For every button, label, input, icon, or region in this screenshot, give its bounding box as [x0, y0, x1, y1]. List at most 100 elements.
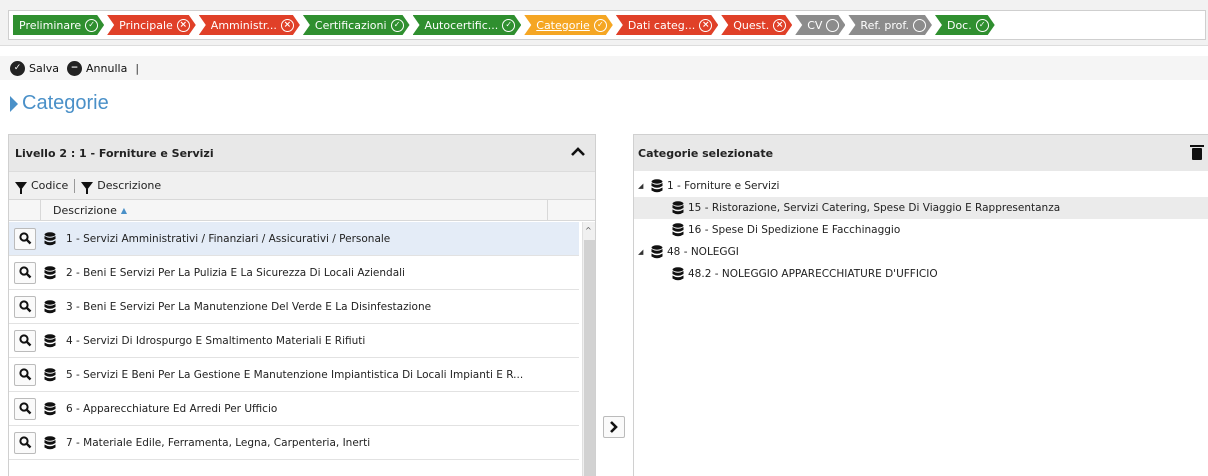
cancel-button[interactable]: − Annulla	[67, 60, 128, 76]
chevron-right-icon	[610, 421, 618, 433]
category-list: 1 - Servizi Amministrativi / Finanziari …	[9, 222, 579, 460]
list-item-label: 5 - Servizi E Beni Per La Gestione E Man…	[66, 368, 524, 381]
list-item-label: 4 - Servizi Di Idrospurgo E Smaltimento …	[66, 334, 366, 347]
categories-panel-header: Livello 2 : 1 - Forniture e Servizi	[9, 135, 595, 171]
wizard-step[interactable]: Categorie ✓	[524, 15, 613, 35]
grid-header: Descrizione ▲	[9, 199, 595, 221]
save-label: Salva	[29, 61, 60, 75]
database-icon	[672, 223, 684, 237]
save-button[interactable]: ✓ Salva	[10, 60, 60, 76]
database-icon	[672, 267, 684, 281]
tree-node[interactable]: 48.2 - NOLEGGIO APPARECCHIATURE D'UFFICI…	[634, 263, 1208, 285]
list-item[interactable]: 4 - Servizi Di Idrospurgo E Smaltimento …	[9, 324, 579, 358]
filter-bar: Codice Descrizione	[9, 171, 595, 199]
database-icon	[672, 201, 684, 215]
empty-circle-icon	[913, 19, 926, 32]
check-circle-icon: ✓	[391, 19, 404, 32]
tree-node[interactable]: ◢ 1 - Forniture e Servizi	[634, 175, 1208, 197]
wizard-step[interactable]: Amministr... ×	[199, 15, 300, 35]
tree-node[interactable]: 16 - Spese Di Spedizione E Facchinaggio	[634, 219, 1208, 241]
scroll-up-icon[interactable]: ^	[585, 226, 592, 235]
wizard-step[interactable]: Ref. prof.	[848, 15, 932, 35]
check-circle-icon: ✓	[594, 19, 607, 32]
vertical-scrollbar[interactable]: ^	[582, 222, 595, 476]
wizard-step[interactable]: Principale ×	[107, 15, 196, 35]
search-icon[interactable]	[14, 363, 36, 386]
toolbar-separator: |	[135, 61, 140, 75]
x-circle-icon: ×	[281, 19, 294, 32]
database-icon	[651, 179, 663, 193]
scrollbar-thumb[interactable]	[584, 240, 595, 476]
database-icon	[44, 435, 56, 450]
tree-node-label: 15 - Ristorazione, Servizi Catering, Spe…	[688, 202, 1061, 214]
database-icon	[651, 245, 663, 259]
page-title-text: Categorie	[22, 92, 109, 114]
cancel-label: Annulla	[86, 61, 128, 75]
column-header-label: Descrizione	[53, 203, 117, 217]
database-icon	[44, 265, 56, 280]
list-item-label: 1 - Servizi Amministrativi / Finanziari …	[66, 232, 391, 245]
check-circle-icon: ✓	[976, 19, 989, 32]
x-circle-icon: ×	[773, 19, 786, 32]
filter-descrizione-label: Descrizione	[97, 179, 162, 192]
list-item[interactable]: 6 - Apparecchiature Ed Arredi Per Uffici…	[9, 392, 579, 426]
tree-node-label: 48.2 - NOLEGGIO APPARECCHIATURE D'UFFICI…	[688, 268, 938, 280]
expand-toggle-icon[interactable]: ◢	[638, 182, 648, 190]
x-circle-icon: ×	[699, 19, 712, 32]
search-icon[interactable]	[14, 329, 36, 352]
chevron-up-icon[interactable]	[571, 145, 585, 161]
list-item[interactable]: 7 - Materiale Edile, Ferramenta, Legna, …	[9, 426, 579, 460]
list-item[interactable]: 1 - Servizi Amministrativi / Finanziari …	[9, 222, 579, 256]
expand-toggle-icon[interactable]: ◢	[638, 248, 648, 256]
wizard-step[interactable]: Quest. ×	[721, 15, 792, 35]
list-item[interactable]: 2 - Beni E Servizi Per La Pulizia E La S…	[9, 256, 579, 290]
tree-node[interactable]: ◢ 48 - NOLEGGI	[634, 241, 1208, 263]
search-icon[interactable]	[14, 295, 36, 318]
wizard-step[interactable]: Preliminare ✓	[13, 15, 104, 35]
wizard-step-label: Dati categ...	[627, 18, 696, 32]
wizard-step-label: Amministr...	[210, 18, 277, 32]
search-icon[interactable]	[14, 431, 36, 454]
database-icon	[44, 333, 56, 348]
check-circle-icon: ✓	[502, 19, 515, 32]
wizard-step[interactable]: Autocertific... ✓	[413, 15, 522, 35]
wizard-step[interactable]: Doc. ✓	[935, 15, 995, 35]
tree-node[interactable]: 15 - Ristorazione, Servizi Catering, Spe…	[634, 197, 1208, 219]
list-item[interactable]: 3 - Beni E Servizi Per La Manutenzione D…	[9, 290, 579, 324]
grid-header-blank	[9, 200, 41, 220]
database-icon	[44, 401, 56, 416]
wizard-step[interactable]: Dati categ... ×	[616, 15, 718, 35]
list-item-label: 2 - Beni E Servizi Per La Pulizia E La S…	[66, 266, 405, 279]
search-icon[interactable]	[14, 397, 36, 420]
database-icon	[44, 231, 56, 246]
caret-right-icon	[10, 95, 18, 112]
list-item[interactable]: 5 - Servizi E Beni Per La Gestione E Man…	[9, 358, 579, 392]
filter-icon	[15, 181, 27, 194]
filter-descrizione-button[interactable]: Descrizione	[81, 179, 162, 194]
filter-codice-button[interactable]: Codice	[15, 179, 68, 194]
tree-node-label: 1 - Forniture e Servizi	[667, 180, 780, 192]
search-icon[interactable]	[14, 261, 36, 284]
selected-categories-header: Categorie selezionate	[634, 135, 1208, 171]
wizard-step-label: Ref. prof.	[860, 18, 909, 32]
wizard-step-label: Quest.	[733, 18, 770, 32]
add-selected-button[interactable]	[603, 416, 625, 438]
sort-ascending-icon: ▲	[120, 205, 128, 215]
list-item-label: 7 - Materiale Edile, Ferramenta, Legna, …	[66, 436, 371, 449]
selected-categories-title: Categorie selezionate	[638, 146, 774, 160]
wizard-step[interactable]: CV	[795, 15, 845, 35]
trash-icon[interactable]	[1190, 145, 1204, 160]
column-header-descrizione[interactable]: Descrizione ▲	[41, 200, 548, 220]
wizard-step[interactable]: Certificazioni ✓	[303, 15, 410, 35]
wizard-step-label: CV	[807, 18, 823, 32]
filter-icon	[81, 181, 94, 194]
wizard-step-label: Principale	[119, 18, 173, 32]
empty-circle-icon	[826, 19, 839, 32]
tree-node-label: 48 - NOLEGGI	[667, 246, 739, 258]
selected-categories-panel: Categorie selezionate ◢ 1 - Forniture e S…	[633, 134, 1208, 476]
tree-node-label: 16 - Spese Di Spedizione E Facchinaggio	[688, 224, 901, 236]
search-icon[interactable]	[14, 227, 36, 250]
check-circle-icon: ✓	[85, 19, 98, 32]
wizard-step-label: Doc.	[946, 18, 972, 32]
toolbar: ✓ Salva − Annulla |	[0, 56, 1208, 80]
